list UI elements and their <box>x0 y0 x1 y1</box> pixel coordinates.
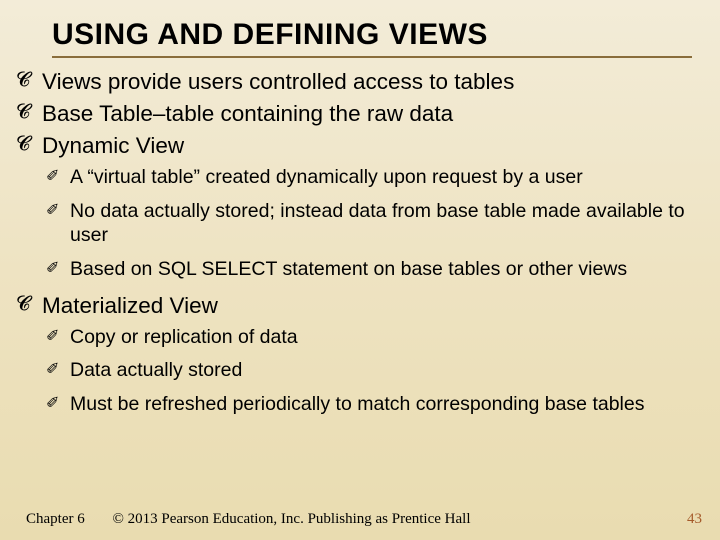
sub-bullet-item: No data actually stored; instead data fr… <box>42 200 704 248</box>
sub-bullet-item: Based on SQL SELECT statement on base ta… <box>42 258 704 282</box>
sub-bullet-list: Copy or replication of data Data actuall… <box>42 326 704 417</box>
bullet-item: Views provide users controlled access to… <box>14 68 704 96</box>
bullet-item: Base Table–table containing the raw data <box>14 100 704 128</box>
sub-bullet-item: Must be refreshed periodically to match … <box>42 393 704 417</box>
slide: USING AND DEFINING VIEWS Views provide u… <box>0 0 720 540</box>
copyright-text: © 2013 Pearson Education, Inc. Publishin… <box>112 511 470 527</box>
footer: Chapter 6 © 2013 Pearson Education, Inc.… <box>26 511 471 528</box>
bullet-item: Dynamic View A “virtual table” created d… <box>14 132 704 281</box>
title-underline <box>52 56 692 58</box>
slide-title: USING AND DEFINING VIEWS <box>52 18 706 52</box>
page-number: 43 <box>687 511 702 528</box>
chapter-label: Chapter 6 <box>26 511 85 527</box>
sub-bullet-item: A “virtual table” created dynamically up… <box>42 166 704 190</box>
bullet-list: Views provide users controlled access to… <box>14 68 706 417</box>
bullet-text: Dynamic View <box>42 133 184 158</box>
sub-bullet-item: Data actually stored <box>42 359 704 383</box>
bullet-item: Materialized View Copy or replication of… <box>14 292 704 417</box>
bullet-text: Materialized View <box>42 293 218 318</box>
sub-bullet-list: A “virtual table” created dynamically up… <box>42 166 704 281</box>
sub-bullet-item: Copy or replication of data <box>42 326 704 350</box>
